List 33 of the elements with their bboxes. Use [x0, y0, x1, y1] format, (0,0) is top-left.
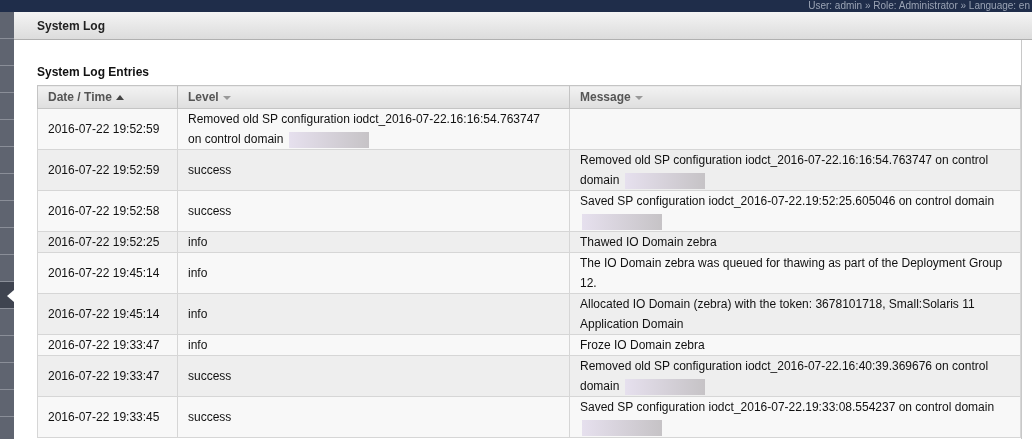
message-text: Removed old SP configuration iodct_2016-07-22.16:16:54.763747 on control domain	[580, 153, 989, 187]
level-text: info	[188, 235, 208, 249]
timestamp-text: 2016-07-22 19:33:47	[48, 338, 160, 352]
level-text: success	[188, 204, 232, 218]
column-header[interactable]: Message	[569, 85, 1021, 109]
timestamp-text: 2016-07-22 19:33:45	[48, 410, 160, 424]
timestamp-text: 2016-07-22 19:52:25	[48, 235, 160, 249]
timestamp-text: 2016-07-22 19:45:14	[48, 307, 160, 321]
section-title: System Log Entries	[37, 65, 151, 81]
message-text: Allocated IO Domain (zebra) with the token: 3678101718, Small:Solaris 11 Application Domain	[580, 297, 975, 331]
user-info-text: User: admin » Role: Administrator » Language: en	[808, 0, 1031, 12]
message-text: Saved SP configuration iodct_2016-07-22.19:52:25.605046 on control domain	[580, 194, 995, 208]
column-header[interactable]: Level	[177, 85, 570, 109]
message-text: Removed old SP configuration iodct_2016-07-22.16:40:39.369676 on control domain	[580, 359, 989, 393]
message-text: Saved SP configuration iodct_2016-07-22.19:33:08.554237 on control domain	[580, 400, 995, 414]
message-text: Froze IO Domain zebra	[580, 338, 705, 352]
level-text: info	[188, 266, 208, 280]
level-text: info	[188, 307, 208, 321]
level-text: success	[188, 163, 232, 177]
column-header[interactable]: Date / Time	[37, 85, 178, 109]
timestamp-text: 2016-07-22 19:52:58	[48, 204, 160, 218]
level-text: success	[188, 410, 232, 424]
page-title: System Log	[14, 12, 1032, 40]
level-text: Removed old SP configuration iodct_2016-07-22.16:16:54.763747 on control domain	[188, 112, 541, 146]
message-text: The IO Domain zebra was queued for thawing as part of the Deployment Group 12.	[580, 256, 1003, 290]
timestamp-text: 2016-07-22 19:33:47	[48, 369, 160, 383]
message-text: Thawed IO Domain zebra	[580, 235, 717, 249]
timestamp-text: 2016-07-22 19:52:59	[48, 122, 160, 136]
level-text: info	[188, 338, 208, 352]
level-text: success	[188, 369, 232, 383]
sidebar-item[interactable]	[0, 282, 14, 309]
timestamp-text: 2016-07-22 19:52:59	[48, 163, 160, 177]
timestamp-text: 2016-07-22 19:45:14	[48, 266, 160, 280]
